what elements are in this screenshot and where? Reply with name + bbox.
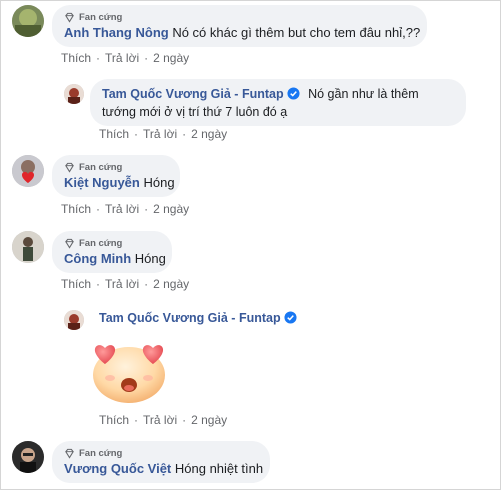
comment-text: Hóng nhiệt tình	[174, 461, 264, 476]
fan-badge-label: Fan cứng	[79, 238, 123, 249]
comment-bubble: Fan cứng Vương Quốc Việt Hóng nhiệt tình	[52, 441, 270, 483]
reply-bubble: Tam Quốc Vương Giả - Funtap Nó gần như l…	[90, 79, 466, 126]
like-link[interactable]: Thích	[99, 413, 129, 427]
verified-badge-icon	[287, 87, 300, 100]
like-link[interactable]: Thích	[61, 202, 91, 216]
verified-badge-icon	[284, 311, 297, 324]
timestamp[interactable]: 2 ngày	[153, 51, 189, 65]
reply-link[interactable]: Trả lời	[105, 202, 139, 216]
reply-text-line1: Nó gần như là thêm	[308, 87, 419, 101]
reply-link[interactable]: Trả lời	[143, 413, 177, 427]
comment-actions: Thích · Trả lời · 2 ngày	[61, 202, 190, 216]
comment-bubble: Fan cứng Anh Thang Nông Nó có khác gì th…	[52, 5, 427, 47]
comment-author[interactable]: Vương Quốc Việt	[64, 461, 171, 476]
reply-link[interactable]: Trả lời	[143, 127, 177, 141]
diamond-icon	[65, 12, 74, 23]
comment-text: Nó có khác gì thêm but cho tem đâu nhỉ,?…	[172, 25, 421, 40]
diamond-icon	[65, 162, 74, 173]
like-link[interactable]: Thích	[99, 127, 129, 141]
reply-text-line2: tướng mới ở vị trí thứ 7 luôn đó ạ	[102, 105, 288, 119]
reply-link[interactable]: Trả lời	[105, 51, 139, 65]
timestamp[interactable]: 2 ngày	[191, 127, 227, 141]
fan-badge-label: Fan cứng	[79, 162, 123, 173]
reply-actions: Thích · Trả lời · 2 ngày	[99, 413, 228, 427]
comment-actions: Thích · Trả lời · 2 ngày	[61, 277, 190, 291]
fan-badge: Fan cứng	[64, 237, 160, 250]
reply-link[interactable]: Trả lời	[105, 277, 139, 291]
avatar[interactable]	[12, 231, 44, 263]
like-link[interactable]: Thích	[61, 277, 91, 291]
fan-badge: Fan cứng	[64, 161, 168, 174]
diamond-icon	[65, 448, 74, 459]
comment-text: Hóng	[134, 251, 166, 266]
comment-bubble: Fan cứng Công Minh Hóng	[52, 231, 172, 273]
reply-header: Tam Quốc Vương Giả - Funtap	[99, 311, 297, 325]
comment-author[interactable]: Công Minh	[64, 251, 131, 266]
timestamp[interactable]: 2 ngày	[153, 277, 189, 291]
page-avatar[interactable]	[64, 84, 84, 104]
reply-actions: Thích · Trả lời · 2 ngày	[99, 127, 228, 141]
comment-author[interactable]: Kiệt Nguyễn	[64, 175, 140, 190]
avatar[interactable]	[12, 441, 44, 473]
heart-eyes-sticker[interactable]	[88, 340, 170, 404]
avatar[interactable]	[12, 5, 44, 37]
timestamp[interactable]: 2 ngày	[191, 413, 227, 427]
comment-text: Hóng	[143, 175, 175, 190]
comment-actions: Thích · Trả lời · 2 ngày	[61, 51, 190, 65]
timestamp[interactable]: 2 ngày	[153, 202, 189, 216]
reply-author[interactable]: Tam Quốc Vương Giả - Funtap	[99, 311, 281, 325]
page-avatar[interactable]	[64, 310, 84, 330]
comment-bubble: Fan cứng Kiệt Nguyễn Hóng	[52, 155, 180, 197]
fan-badge: Fan cứng	[64, 11, 415, 24]
like-link[interactable]: Thích	[61, 51, 91, 65]
diamond-icon	[65, 238, 74, 249]
comment-author[interactable]: Anh Thang Nông	[64, 25, 169, 40]
reply-author[interactable]: Tam Quốc Vương Giả - Funtap	[102, 87, 284, 101]
fan-badge-label: Fan cứng	[79, 12, 123, 23]
fan-badge-label: Fan cứng	[79, 448, 123, 459]
avatar[interactable]	[12, 155, 44, 187]
fan-badge: Fan cứng	[64, 447, 258, 460]
